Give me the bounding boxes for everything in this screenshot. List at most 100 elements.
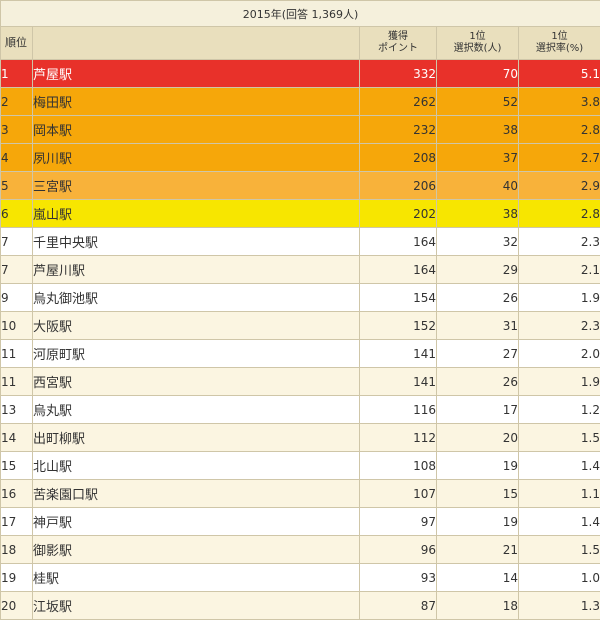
first-rate-cell: 1.9 <box>519 368 600 396</box>
first-rate-cell: 1.0 <box>519 564 600 592</box>
rank-cell: 19 <box>1 564 33 592</box>
first-rate-cell: 2.8 <box>519 200 600 228</box>
station-name-cell: 烏丸御池駅 <box>33 284 360 312</box>
points-cell: 202 <box>360 200 437 228</box>
table-row: 19 桂駅 93 14 1.0 <box>1 564 600 592</box>
table-caption: 2015年(回答 1,369人) <box>1 1 600 27</box>
rank-cell: 11 <box>1 340 33 368</box>
rank-cell: 18 <box>1 536 33 564</box>
rank-cell: 11 <box>1 368 33 396</box>
first-rate-header-line2: 選択率(%) <box>519 43 600 55</box>
points-cell: 116 <box>360 396 437 424</box>
station-name-cell: 神戸駅 <box>33 508 360 536</box>
station-name-cell: 千里中央駅 <box>33 228 360 256</box>
points-cell: 108 <box>360 452 437 480</box>
rank-cell: 1 <box>1 60 33 88</box>
first-count-cell: 27 <box>437 340 519 368</box>
points-cell: 332 <box>360 60 437 88</box>
table-row: 16 苦楽園口駅 107 15 1.1 <box>1 480 600 508</box>
station-name-cell: 芦屋駅 <box>33 60 360 88</box>
first-count-cell: 26 <box>437 284 519 312</box>
station-name-cell: 江坂駅 <box>33 592 360 620</box>
station-name-cell: 西宮駅 <box>33 368 360 396</box>
first-rate-cell: 2.7 <box>519 144 600 172</box>
first-count-cell: 15 <box>437 480 519 508</box>
table-row: 20 江坂駅 87 18 1.3 <box>1 592 600 620</box>
header-row: 順位 獲得 ポイント 1位 選択数(人) 1位 選択率(%) <box>1 27 600 60</box>
first-rate-cell: 2.9 <box>519 172 600 200</box>
points-header-line2: ポイント <box>360 43 436 55</box>
first-rate-cell: 5.1 <box>519 60 600 88</box>
station-name-cell: 大阪駅 <box>33 312 360 340</box>
table-row: 3 岡本駅 232 38 2.8 <box>1 116 600 144</box>
first-count-cell: 32 <box>437 228 519 256</box>
table-row: 7 千里中央駅 164 32 2.3 <box>1 228 600 256</box>
first-rate-cell: 1.4 <box>519 508 600 536</box>
first-count-cell: 40 <box>437 172 519 200</box>
first-rate-cell: 2.1 <box>519 256 600 284</box>
rank-cell: 10 <box>1 312 33 340</box>
first-rate-header-line1: 1位 <box>519 31 600 43</box>
points-cell: 232 <box>360 116 437 144</box>
first-rate-cell: 1.3 <box>519 592 600 620</box>
rank-cell: 5 <box>1 172 33 200</box>
first-count-cell: 37 <box>437 144 519 172</box>
ranking-table: 2015年(回答 1,369人) 順位 獲得 ポイント 1位 選択数(人) 1位… <box>0 0 600 620</box>
first-rate-cell: 2.8 <box>519 116 600 144</box>
table-row: 7 芦屋川駅 164 29 2.1 <box>1 256 600 284</box>
first-count-cell: 29 <box>437 256 519 284</box>
points-header: 獲得 ポイント <box>360 27 437 60</box>
first-count-cell: 70 <box>437 60 519 88</box>
points-cell: 87 <box>360 592 437 620</box>
station-name-cell: 御影駅 <box>33 536 360 564</box>
ranking-body: 1 芦屋駅 332 70 5.1 2 梅田駅 262 52 3.8 3 岡本駅 … <box>1 60 600 620</box>
first-count-cell: 19 <box>437 452 519 480</box>
first-rate-cell: 1.4 <box>519 452 600 480</box>
first-count-cell: 21 <box>437 536 519 564</box>
first-count-header: 1位 選択数(人) <box>437 27 519 60</box>
rank-cell: 4 <box>1 144 33 172</box>
first-rate-cell: 1.2 <box>519 396 600 424</box>
first-count-cell: 38 <box>437 116 519 144</box>
first-rate-cell: 2.0 <box>519 340 600 368</box>
table-row: 10 大阪駅 152 31 2.3 <box>1 312 600 340</box>
first-rate-cell: 3.8 <box>519 88 600 116</box>
table-row: 2 梅田駅 262 52 3.8 <box>1 88 600 116</box>
rank-cell: 15 <box>1 452 33 480</box>
rank-cell: 16 <box>1 480 33 508</box>
table-row: 11 河原町駅 141 27 2.0 <box>1 340 600 368</box>
points-cell: 93 <box>360 564 437 592</box>
first-count-cell: 52 <box>437 88 519 116</box>
station-name-cell: 岡本駅 <box>33 116 360 144</box>
station-name-cell: 嵐山駅 <box>33 200 360 228</box>
points-cell: 262 <box>360 88 437 116</box>
first-rate-cell: 1.1 <box>519 480 600 508</box>
first-count-cell: 31 <box>437 312 519 340</box>
station-name-cell: 烏丸駅 <box>33 396 360 424</box>
name-header <box>33 27 360 60</box>
points-cell: 152 <box>360 312 437 340</box>
first-count-cell: 20 <box>437 424 519 452</box>
first-count-header-line2: 選択数(人) <box>437 43 518 55</box>
station-name-cell: 梅田駅 <box>33 88 360 116</box>
station-name-cell: 桂駅 <box>33 564 360 592</box>
first-rate-cell: 2.3 <box>519 228 600 256</box>
first-count-cell: 38 <box>437 200 519 228</box>
rank-cell: 9 <box>1 284 33 312</box>
table-row: 13 烏丸駅 116 17 1.2 <box>1 396 600 424</box>
table-row: 18 御影駅 96 21 1.5 <box>1 536 600 564</box>
table-row: 1 芦屋駅 332 70 5.1 <box>1 60 600 88</box>
station-name-cell: 芦屋川駅 <box>33 256 360 284</box>
rank-header: 順位 <box>1 27 33 60</box>
first-count-cell: 26 <box>437 368 519 396</box>
first-rate-cell: 1.9 <box>519 284 600 312</box>
table-row: 14 出町柳駅 112 20 1.5 <box>1 424 600 452</box>
points-cell: 164 <box>360 256 437 284</box>
rank-cell: 17 <box>1 508 33 536</box>
first-rate-cell: 2.3 <box>519 312 600 340</box>
station-name-cell: 夙川駅 <box>33 144 360 172</box>
first-rate-cell: 1.5 <box>519 424 600 452</box>
points-cell: 164 <box>360 228 437 256</box>
points-cell: 97 <box>360 508 437 536</box>
rank-cell: 20 <box>1 592 33 620</box>
